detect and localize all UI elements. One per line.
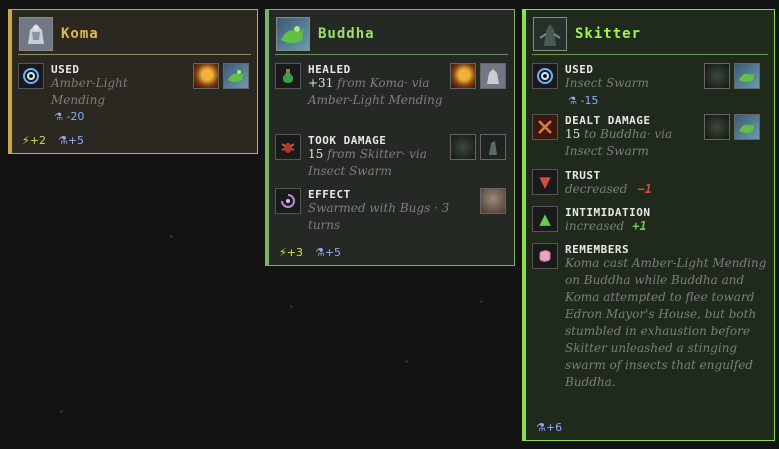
amber-light-thumbnail[interactable] — [450, 63, 476, 89]
koma-thumbnail[interactable] — [480, 63, 506, 89]
buddha-portrait[interactable] — [276, 17, 310, 51]
mana-delta: ⚗ -15 — [568, 94, 599, 107]
entry-thumbnails — [704, 114, 760, 140]
entry-took-damage: TOOK DAMAGE 15 from Skitter· via Insect … — [275, 134, 511, 180]
memory-text: Koma cast Amber-Light Mending on Buddha … — [565, 256, 767, 389]
entry-text: Insect Swarm — [565, 76, 649, 90]
flask-stat: ⚗+6 — [536, 421, 563, 434]
entry-used: USED Insect Swarm ⚗ -15 — [532, 63, 770, 111]
entry-trust: ▼ TRUST decreased −1 — [532, 169, 770, 201]
damage-amount: 15 — [308, 147, 324, 161]
entry-intimidation: ▲ INTIMIDATION increased +1 — [532, 206, 770, 238]
intimidation-change: +1 — [632, 219, 647, 233]
entry-text: +31 from Koma· via Amber-Light Mending — [308, 76, 443, 107]
card-header: Koma — [18, 16, 251, 55]
insect-swarm-thumbnail[interactable] — [704, 63, 730, 89]
amber-light-thumbnail[interactable] — [193, 63, 219, 89]
swirl-icon — [18, 63, 44, 89]
skitter-portrait[interactable] — [533, 17, 567, 51]
swarmed-with-bugs-thumbnail[interactable] — [480, 188, 506, 214]
brain-icon — [532, 243, 558, 269]
card-footer: ⚡+2 ⚗+5 — [22, 134, 84, 147]
character-name: Koma — [61, 26, 99, 42]
flask-icon: ⚗ — [54, 112, 63, 123]
entry-thumbnails — [480, 188, 506, 214]
entry-remembers: REMEMBERS Koma cast Amber-Light Mending … — [532, 243, 770, 413]
entry-thumbnails — [193, 63, 249, 89]
arrow-up-icon: ▲ — [532, 206, 558, 232]
flask-icon: ⚗ — [314, 246, 325, 259]
buddha-thumbnail[interactable] — [223, 63, 249, 89]
koma-card[interactable]: Koma USED Amber-Light Mending ⚗ -20 ⚡+2 … — [8, 9, 258, 154]
entry-thumbnails — [450, 134, 506, 160]
card-footer: ⚗+6 — [536, 421, 562, 434]
entry-healed: HEALED +31 from Koma· via Amber-Light Me… — [275, 63, 511, 129]
entry-text: 15 to Buddha· via Insect Swarm — [565, 127, 673, 158]
character-name: Skitter — [575, 26, 642, 42]
entry-used: USED Amber-Light Mending ⚗ -20 — [18, 63, 254, 129]
lightning-icon: ⚡ — [279, 246, 287, 259]
background-speck — [405, 360, 408, 363]
lightning-icon: ⚡ — [22, 134, 30, 147]
energy-stat: ⚡+2 — [22, 134, 46, 147]
background-speck — [480, 300, 483, 303]
card-footer: ⚡+3 ⚗+5 — [279, 246, 341, 259]
entry-thumbnails — [704, 63, 760, 89]
character-name: Buddha — [318, 26, 375, 42]
insect-swarm-thumbnail[interactable] — [704, 114, 730, 140]
flask-stat: ⚗+5 — [57, 134, 85, 147]
arrow-down-icon: ▼ — [532, 169, 558, 195]
card-header: Buddha — [275, 16, 508, 55]
entry-text: decreased −1 — [565, 182, 652, 196]
trust-change: −1 — [637, 182, 652, 196]
flask-icon: ⚗ — [536, 421, 546, 434]
entry-text: increased +1 — [565, 219, 647, 233]
skitter-thumbnail[interactable] — [480, 134, 506, 160]
heal-amount: +31 — [308, 76, 334, 90]
vortex-icon — [275, 188, 301, 214]
flask-stat: ⚗+5 — [314, 246, 342, 259]
energy-stat: ⚡+3 — [279, 246, 303, 259]
entry-text: 15 from Skitter· via Insect Swarm — [308, 147, 427, 178]
flask-icon: ⚗ — [568, 96, 577, 107]
entry-effect: EFFECT Swarmed with Bugs · 3 turns — [275, 188, 511, 238]
flask-icon: ⚗ — [57, 134, 68, 147]
insect-swarm-thumbnail[interactable] — [450, 134, 476, 160]
entry-text: Swarmed with Bugs · 3 turns — [308, 201, 450, 232]
potion-icon — [275, 63, 301, 89]
mana-delta: ⚗ -20 — [54, 110, 85, 123]
buddha-thumbnail[interactable] — [734, 114, 760, 140]
buddha-thumbnail[interactable] — [734, 63, 760, 89]
skitter-card[interactable]: Skitter USED Insect Swarm ⚗ -15 DEALT DA… — [522, 9, 775, 441]
buddha-card[interactable]: Buddha HEALED +31 from Koma· via Amber-L… — [265, 9, 515, 266]
swirl-icon — [532, 63, 558, 89]
bug-icon — [275, 134, 301, 160]
background-speck — [290, 305, 293, 308]
koma-portrait[interactable] — [19, 17, 53, 51]
entry-text: Amber-Light Mending — [51, 76, 128, 107]
crossed-swords-icon — [532, 114, 558, 140]
background-speck — [170, 235, 173, 238]
damage-amount: 15 — [565, 127, 581, 141]
card-header: Skitter — [532, 16, 768, 55]
entry-dealt-damage: DEALT DAMAGE 15 to Buddha· via Insect Sw… — [532, 114, 770, 162]
entry-thumbnails — [450, 63, 506, 89]
background-speck — [60, 410, 63, 413]
